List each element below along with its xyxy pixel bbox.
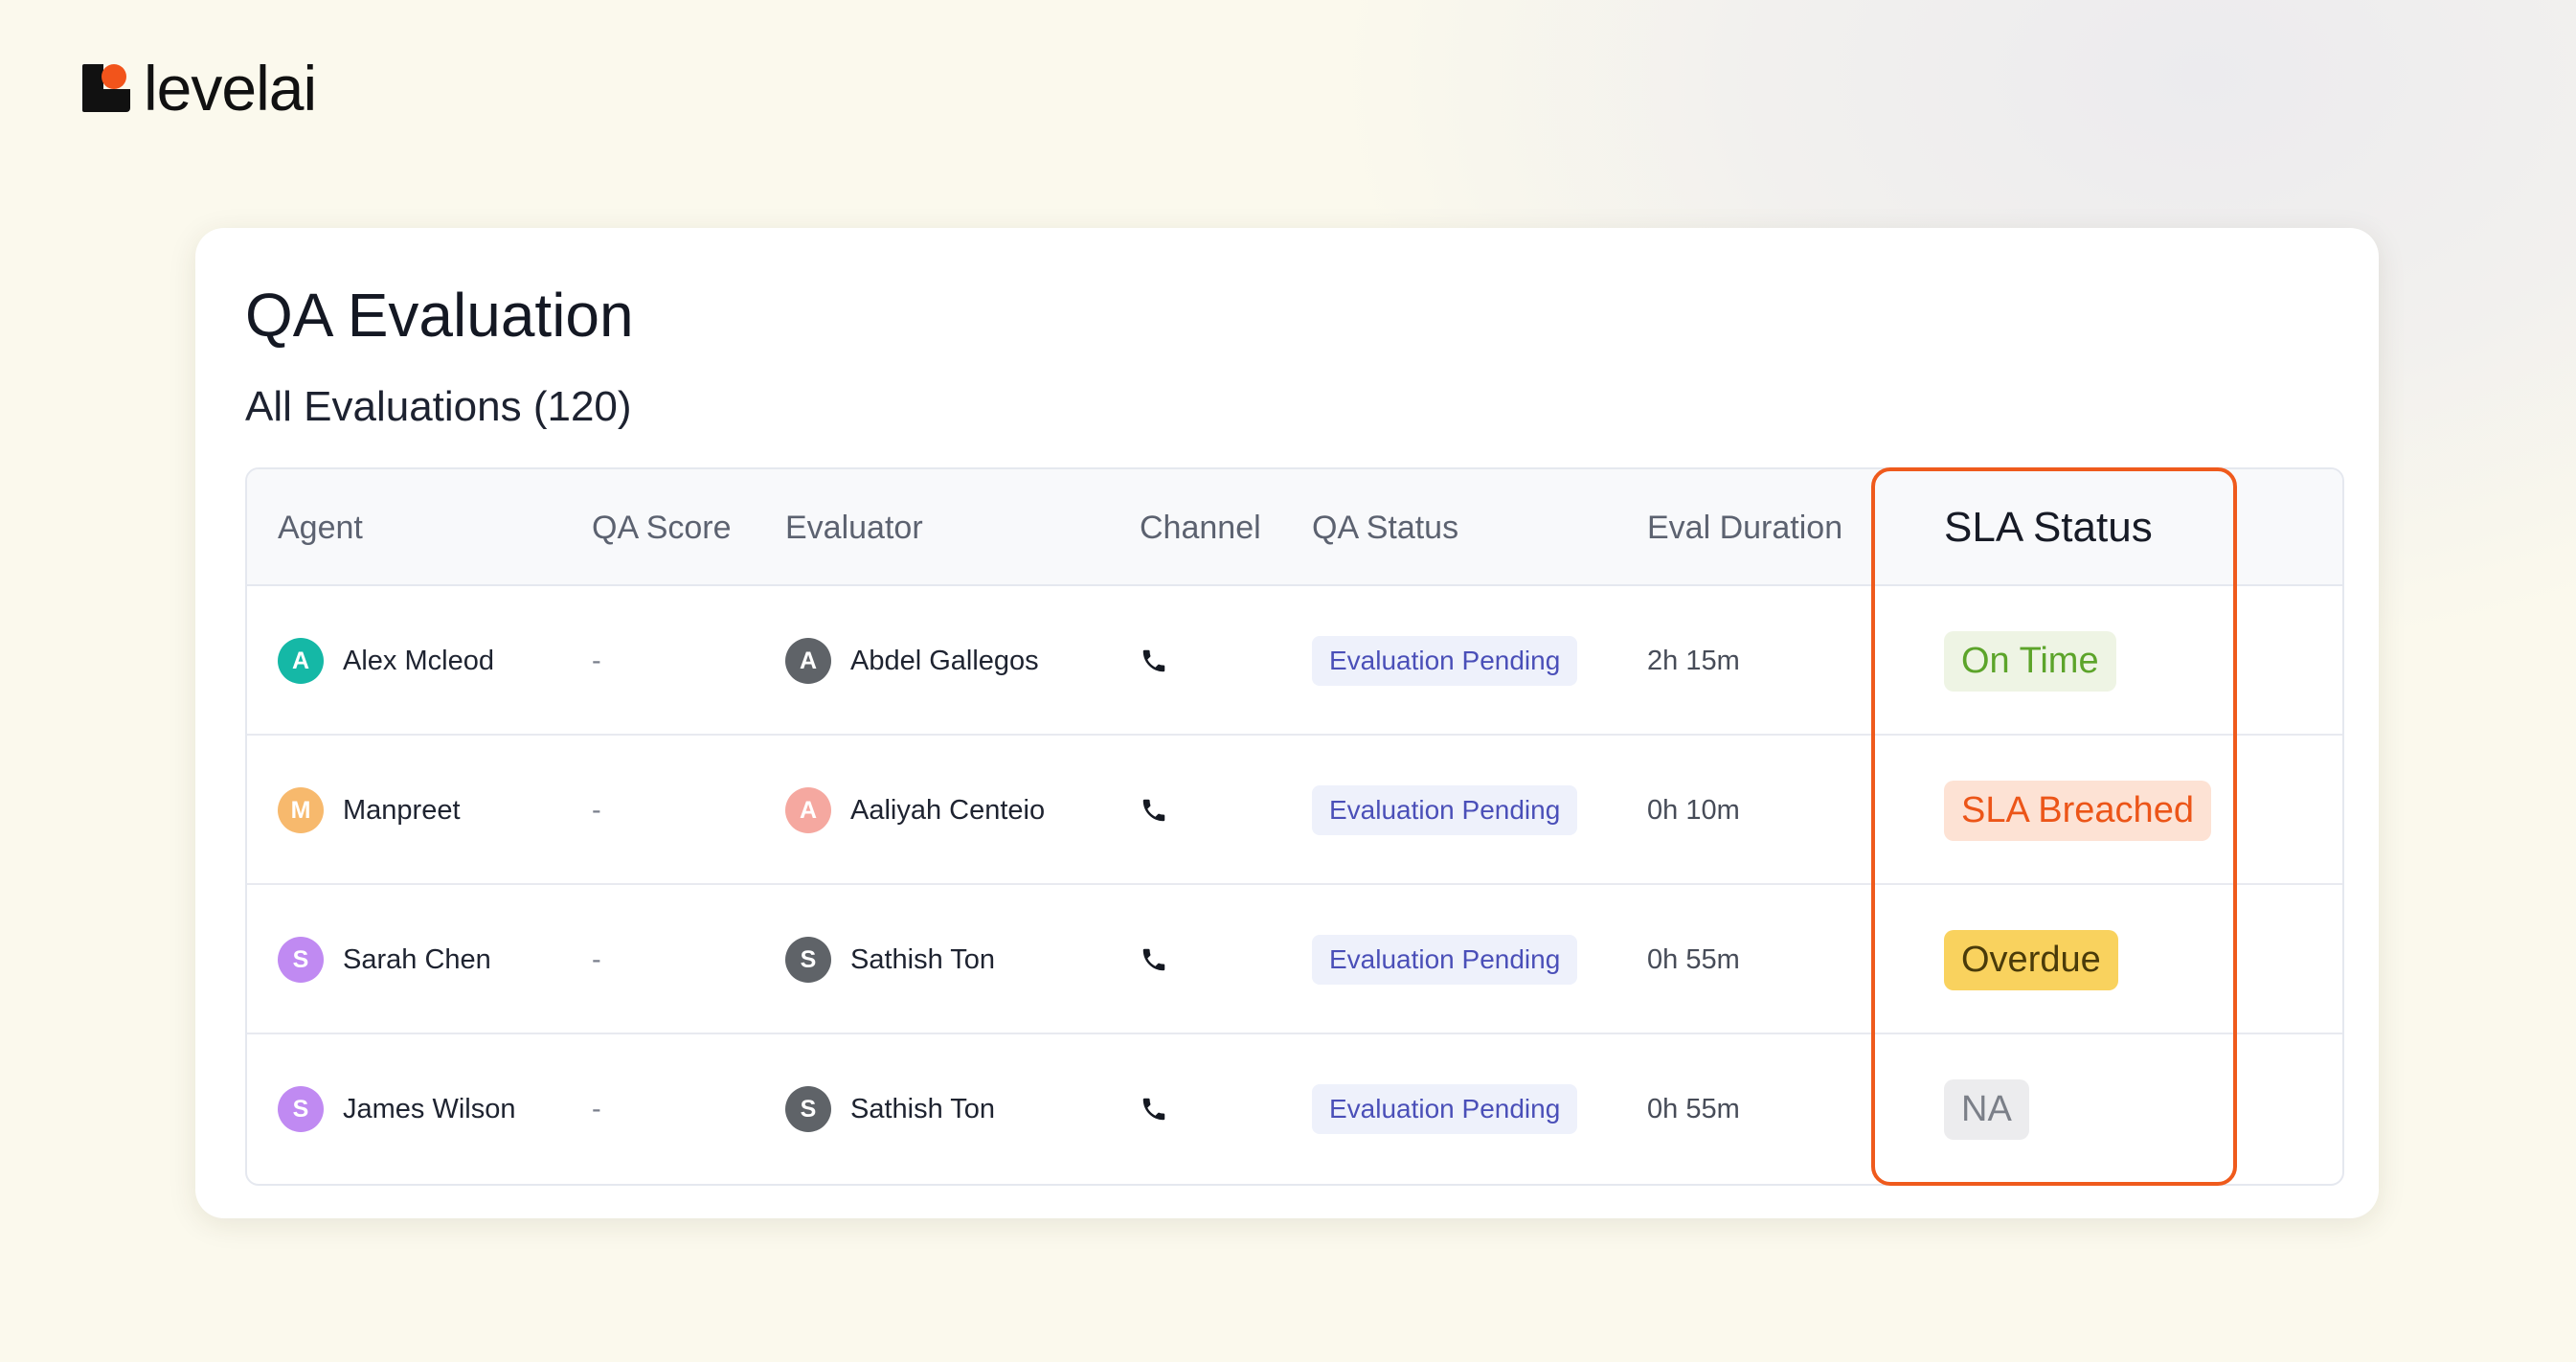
phone-icon (1140, 586, 1168, 736)
agent-cell: S Sarah Chen (278, 885, 491, 1034)
agent-name[interactable]: Alex Mcleod (343, 646, 494, 677)
table-header: Agent QA Score Evaluator Channel QA Stat… (247, 469, 2342, 586)
sla-status-cell: Overdue (1944, 885, 2118, 1034)
header-qa-status[interactable]: QA Status (1312, 469, 1458, 586)
evaluator-avatar: A (785, 638, 831, 684)
evaluator-avatar: A (785, 787, 831, 833)
qa-status-badge: Evaluation Pending (1312, 636, 1578, 686)
evaluator-cell: A Abdel Gallegos (785, 586, 1039, 736)
agent-avatar: A (278, 638, 324, 684)
agent-avatar: M (278, 787, 324, 833)
header-sla-status[interactable]: SLA Status (1944, 469, 2153, 586)
qa-status-cell: Evaluation Pending (1312, 586, 1578, 736)
qa-evaluation-card: QA Evaluation All Evaluations (120) Agen… (195, 228, 2379, 1218)
agent-avatar: S (278, 1086, 324, 1132)
evaluator-name[interactable]: Sathish Ton (850, 944, 995, 976)
table-row[interactable]: A Alex Mcleod - A Abdel Gallegos Evaluat… (247, 586, 2342, 736)
qa-score-cell: - (592, 943, 601, 975)
brand-name: levelai (144, 53, 317, 124)
table-row[interactable]: S Sarah Chen - S Sathish Ton Evaluation … (247, 885, 2342, 1034)
phone-icon (1140, 885, 1168, 1034)
qa-status-cell: Evaluation Pending (1312, 1034, 1578, 1184)
evaluator-name[interactable]: Abdel Gallegos (850, 646, 1039, 677)
evaluator-cell: S Sathish Ton (785, 885, 995, 1034)
evaluator-cell: S Sathish Ton (785, 1034, 995, 1184)
header-evaluator[interactable]: Evaluator (785, 469, 923, 586)
agent-cell: M Manpreet (278, 736, 461, 885)
agent-cell: A Alex Mcleod (278, 586, 494, 736)
sla-status-badge: NA (1944, 1078, 2029, 1140)
qa-score-cell: - (592, 794, 601, 826)
sla-status-badge: Overdue (1944, 929, 2118, 990)
agent-avatar: S (278, 937, 324, 983)
qa-score-cell: - (592, 645, 601, 676)
evaluations-count-heading: All Evaluations (120) (245, 383, 632, 430)
sla-status-cell: NA (1944, 1034, 2029, 1184)
evaluator-cell: A Aaliyah Centeio (785, 736, 1045, 885)
qa-status-cell: Evaluation Pending (1312, 736, 1578, 885)
sla-status-cell: SLA Breached (1944, 736, 2211, 885)
header-qa-score[interactable]: QA Score (592, 469, 732, 586)
levelai-logo-icon (82, 64, 130, 112)
brand-logo: levelai (82, 53, 317, 124)
phone-icon (1140, 736, 1168, 885)
table-row[interactable]: S James Wilson - S Sathish Ton Evaluatio… (247, 1034, 2342, 1184)
sla-status-cell: On Time (1944, 586, 2116, 736)
eval-duration-cell: 2h 15m (1647, 645, 1740, 676)
agent-cell: S James Wilson (278, 1034, 516, 1184)
agent-name[interactable]: Sarah Chen (343, 944, 491, 976)
phone-icon (1140, 1034, 1168, 1184)
qa-status-badge: Evaluation Pending (1312, 935, 1578, 985)
header-eval-duration[interactable]: Eval Duration (1647, 469, 1842, 586)
evaluator-avatar: S (785, 1086, 831, 1132)
eval-duration-cell: 0h 10m (1647, 794, 1740, 826)
eval-duration-cell: 0h 55m (1647, 1093, 1740, 1124)
agent-name[interactable]: James Wilson (343, 1094, 516, 1125)
header-agent[interactable]: Agent (278, 469, 363, 586)
qa-status-cell: Evaluation Pending (1312, 885, 1578, 1034)
eval-duration-cell: 0h 55m (1647, 943, 1740, 975)
table-body: A Alex Mcleod - A Abdel Gallegos Evaluat… (247, 586, 2342, 1184)
table-row[interactable]: M Manpreet - A Aaliyah Centeio Evaluatio… (247, 736, 2342, 885)
qa-score-cell: - (592, 1093, 601, 1124)
sla-status-badge: On Time (1944, 630, 2116, 692)
evaluations-table: Agent QA Score Evaluator Channel QA Stat… (245, 467, 2344, 1186)
qa-status-badge: Evaluation Pending (1312, 1084, 1578, 1134)
evaluator-name[interactable]: Sathish Ton (850, 1094, 995, 1125)
agent-name[interactable]: Manpreet (343, 795, 461, 827)
qa-status-badge: Evaluation Pending (1312, 785, 1578, 835)
evaluator-avatar: S (785, 937, 831, 983)
header-channel[interactable]: Channel (1140, 469, 1261, 586)
evaluator-name[interactable]: Aaliyah Centeio (850, 795, 1045, 827)
sla-status-badge: SLA Breached (1944, 780, 2211, 841)
page-title: QA Evaluation (245, 281, 634, 350)
